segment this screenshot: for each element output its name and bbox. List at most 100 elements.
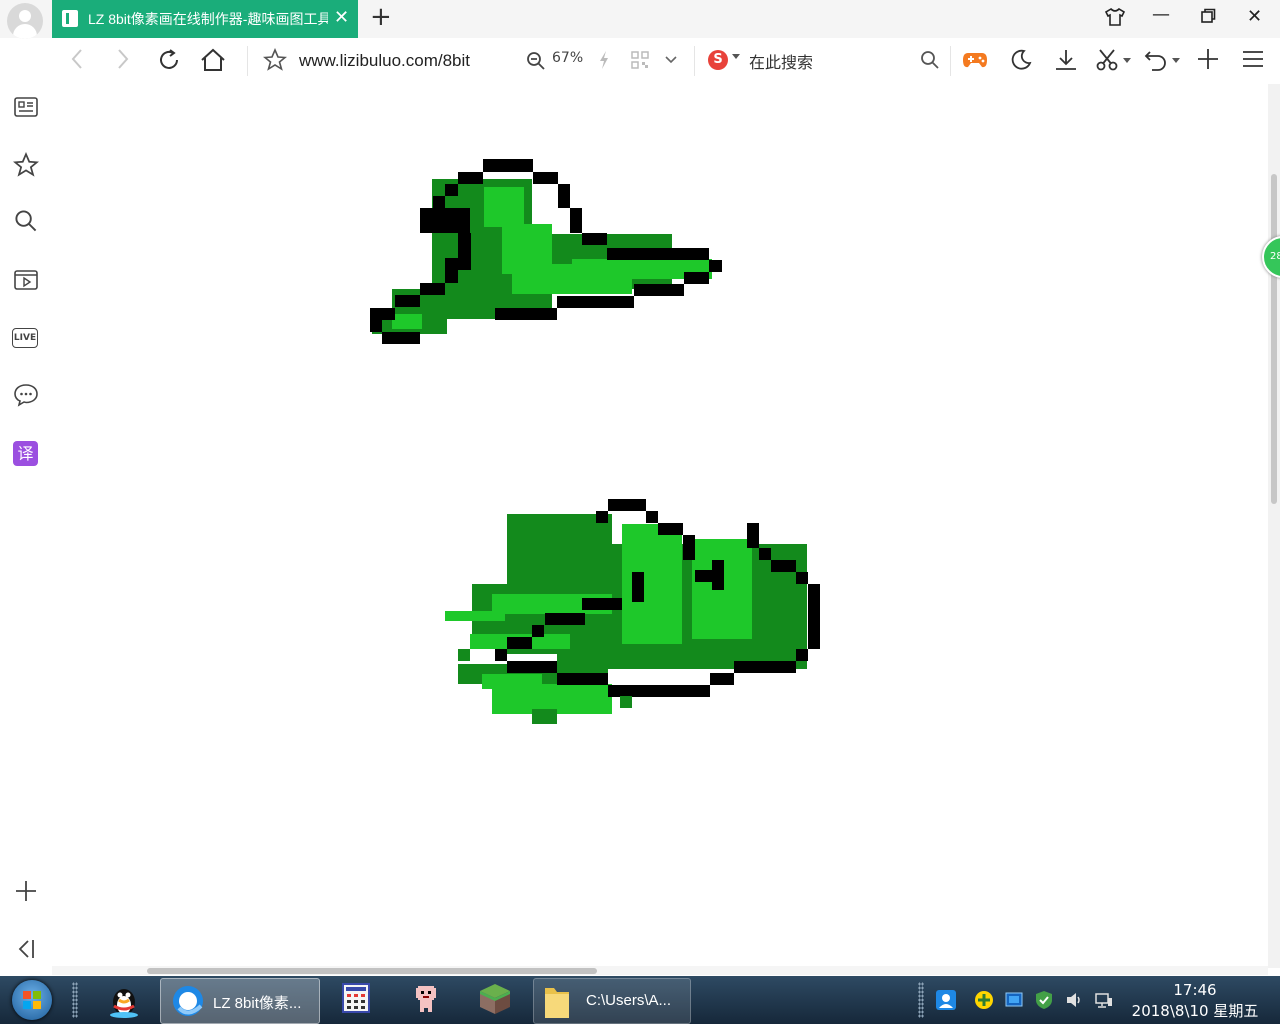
collapse-sidebar-icon[interactable] <box>12 938 40 966</box>
sprite-2-pixel <box>482 674 542 689</box>
sogou-search-engine-icon[interactable]: S <box>708 50 728 70</box>
network-monitor-tray-icon[interactable] <box>1004 990 1024 1010</box>
bookmark-star-icon[interactable] <box>262 47 288 78</box>
sprite-2-pixel <box>747 523 759 548</box>
taskbar-browser-window[interactable]: LZ 8bit像素... <box>160 978 320 1024</box>
qq-penguin-icon[interactable] <box>106 982 138 1018</box>
zoom-icon[interactable] <box>526 51 546 77</box>
horizontal-scroll-thumb[interactable] <box>147 968 597 974</box>
tab-close-icon[interactable]: ✕ <box>334 7 349 28</box>
skin-shirt-icon[interactable] <box>1104 7 1126 31</box>
pixel-art-canvas[interactable] <box>52 84 1268 968</box>
sprite-1-pixel <box>370 320 382 332</box>
new-tab-button[interactable]: + <box>370 2 392 32</box>
sprite-2-pixel <box>734 661 796 673</box>
accelerate-lightning-icon[interactable] <box>598 50 610 76</box>
forward-button[interactable] <box>116 48 130 76</box>
sprite-1-pixel <box>558 184 570 208</box>
game-controller-icon[interactable] <box>962 50 988 76</box>
sprite-2-pixel <box>582 598 622 610</box>
vertical-scrollbar[interactable] <box>1268 84 1280 968</box>
reading-list-icon[interactable] <box>12 94 40 122</box>
horizontal-scrollbar[interactable] <box>52 966 1268 975</box>
sprite-1-pixel <box>445 258 458 283</box>
sprite-2-pixel <box>646 511 658 523</box>
sprite-1-pixel <box>420 283 445 295</box>
zoom-level[interactable]: 67% <box>552 50 583 66</box>
user-avatar[interactable] <box>7 3 43 39</box>
sogou-browser-icon <box>171 984 203 1016</box>
clock-date: 2018\8\10 星期五 <box>1131 1002 1259 1020</box>
volume-tray-icon[interactable] <box>1064 990 1084 1010</box>
undo-dropdown-icon[interactable] <box>1172 58 1180 63</box>
start-button[interactable] <box>12 980 52 1020</box>
minimize-button[interactable]: — <box>1152 4 1170 25</box>
network-tray-icon[interactable] <box>1094 990 1114 1010</box>
live-icon[interactable]: LIVE <box>12 324 40 352</box>
address-bar[interactable]: www.lizibuluo.com/8bit <box>299 51 504 71</box>
qr-code-icon[interactable] <box>631 51 649 75</box>
tab-active[interactable]: LZ 8bit像素画在线制作器-趣味画图工具 ✕ <box>52 0 358 38</box>
sprite-2-pixel <box>695 570 715 582</box>
video-icon[interactable] <box>12 267 40 295</box>
chat-bubble-icon[interactable] <box>12 382 40 410</box>
toolbar-divider <box>950 46 951 76</box>
toolbar-divider <box>694 46 695 76</box>
sprite-1-pixel <box>395 295 420 307</box>
download-icon[interactable] <box>1054 48 1078 78</box>
pixel-character-app-icon[interactable] <box>410 982 442 1014</box>
restore-button[interactable] <box>1200 8 1216 29</box>
taskbar-explorer-window[interactable]: C:\Users\A... <box>533 978 691 1024</box>
sprite-1-pixel <box>483 159 533 172</box>
sprite-1-pixel <box>420 208 470 233</box>
sprite-1-pixel <box>684 272 709 284</box>
minecraft-block-icon[interactable] <box>478 982 510 1014</box>
security-shield-tray-icon[interactable] <box>1034 990 1054 1010</box>
browser-toolbar: www.lizibuluo.com/8bit 67% S <box>52 38 1280 85</box>
engine-dropdown-icon[interactable] <box>732 54 740 59</box>
sprite-1-pixel <box>709 260 722 272</box>
sprite-1-pixel <box>392 314 422 329</box>
refresh-button[interactable] <box>157 48 181 78</box>
calculator-app-icon[interactable] <box>340 982 372 1014</box>
plus-tray-icon[interactable] <box>974 990 994 1010</box>
sprite-2-pixel <box>608 685 710 697</box>
sidebar-add-icon[interactable] <box>12 880 40 908</box>
sprite-1-pixel <box>458 172 483 184</box>
close-window-button[interactable]: ✕ <box>1247 6 1262 27</box>
search-input[interactable] <box>747 50 911 74</box>
search-icon[interactable] <box>920 50 940 76</box>
vertical-scroll-thumb[interactable] <box>1271 174 1277 504</box>
screenshot-dropdown-icon[interactable] <box>1123 58 1131 63</box>
translate-icon[interactable]: 译 <box>12 440 40 468</box>
night-mode-moon-icon[interactable] <box>1009 48 1033 78</box>
add-icon[interactable] <box>1197 48 1219 76</box>
favorites-star-icon[interactable] <box>12 151 40 180</box>
sprite-1-pixel <box>634 284 684 296</box>
menu-icon[interactable] <box>1242 48 1264 76</box>
sidebar-search-icon[interactable] <box>12 209 40 237</box>
sprite-1-pixel <box>557 296 634 308</box>
sprite-2-pixel <box>771 560 796 572</box>
sprite-1-pixel <box>495 308 557 320</box>
sprite-2-pixel <box>683 535 695 560</box>
page-content <box>52 84 1268 968</box>
sprite-2-pixel <box>796 572 808 584</box>
sprite-1-pixel <box>484 187 524 227</box>
sprite-2-pixel <box>796 649 808 661</box>
screenshot-scissors-icon[interactable] <box>1095 48 1119 78</box>
back-button[interactable] <box>70 48 84 76</box>
qq-tray-icon[interactable] <box>936 990 956 1010</box>
title-bar: LZ 8bit像素画在线制作器-趣味画图工具 ✕ + — ✕ <box>0 0 1280 39</box>
undo-close-icon[interactable] <box>1144 48 1168 78</box>
sprite-2-pixel <box>759 548 771 560</box>
sprite-2-pixel <box>608 499 646 511</box>
sprite-1-pixel <box>533 172 558 184</box>
sprite-2-pixel <box>808 584 820 649</box>
home-button[interactable] <box>200 48 226 78</box>
sprite-1-pixel <box>433 196 445 208</box>
system-clock[interactable]: 17:46 2018\8\10 星期五 <box>1130 980 1260 1022</box>
sprite-2-pixel <box>596 511 608 523</box>
chevron-down-icon[interactable] <box>664 50 678 76</box>
sprite-2-pixel <box>495 649 507 661</box>
